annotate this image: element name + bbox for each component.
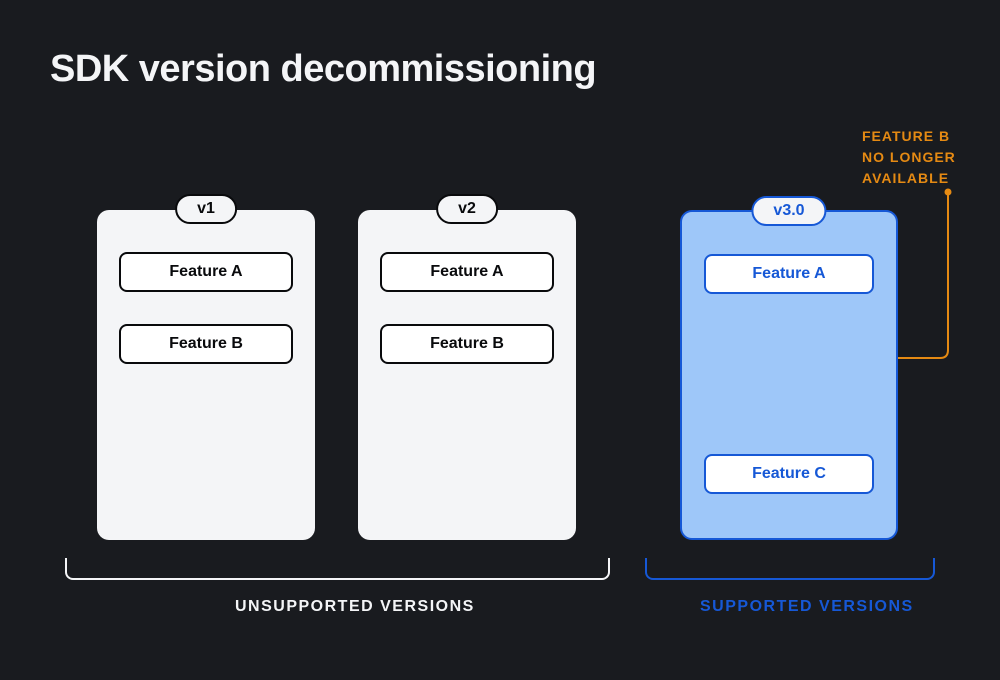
feature-a-v2: Feature A xyxy=(380,252,554,292)
label-supported-versions: SUPPORTED VERSIONS xyxy=(700,598,914,616)
version-card-v2: v2 Feature A Feature B xyxy=(358,210,576,540)
bracket-supported xyxy=(645,558,935,580)
version-pill-v1: v1 xyxy=(175,194,237,224)
feature-c-v3: Feature C xyxy=(704,454,874,494)
diagram-title: SDK version decommissioning xyxy=(50,48,596,91)
version-pill-v2: v2 xyxy=(436,194,498,224)
feature-b-v2: Feature B xyxy=(380,324,554,364)
version-pill-v3: v3.0 xyxy=(751,196,826,226)
version-card-v1: v1 Feature A Feature B xyxy=(97,210,315,540)
bracket-unsupported xyxy=(65,558,610,580)
feature-a-v1: Feature A xyxy=(119,252,293,292)
label-unsupported-versions: UNSUPPORTED VERSIONS xyxy=(235,598,475,616)
callout-feature-b-removed: FEATURE B NO LONGER AVAILABLE xyxy=(862,126,956,189)
feature-b-v1: Feature B xyxy=(119,324,293,364)
version-card-v3: v3.0 Feature A Feature C xyxy=(680,210,898,540)
feature-a-v3: Feature A xyxy=(704,254,874,294)
